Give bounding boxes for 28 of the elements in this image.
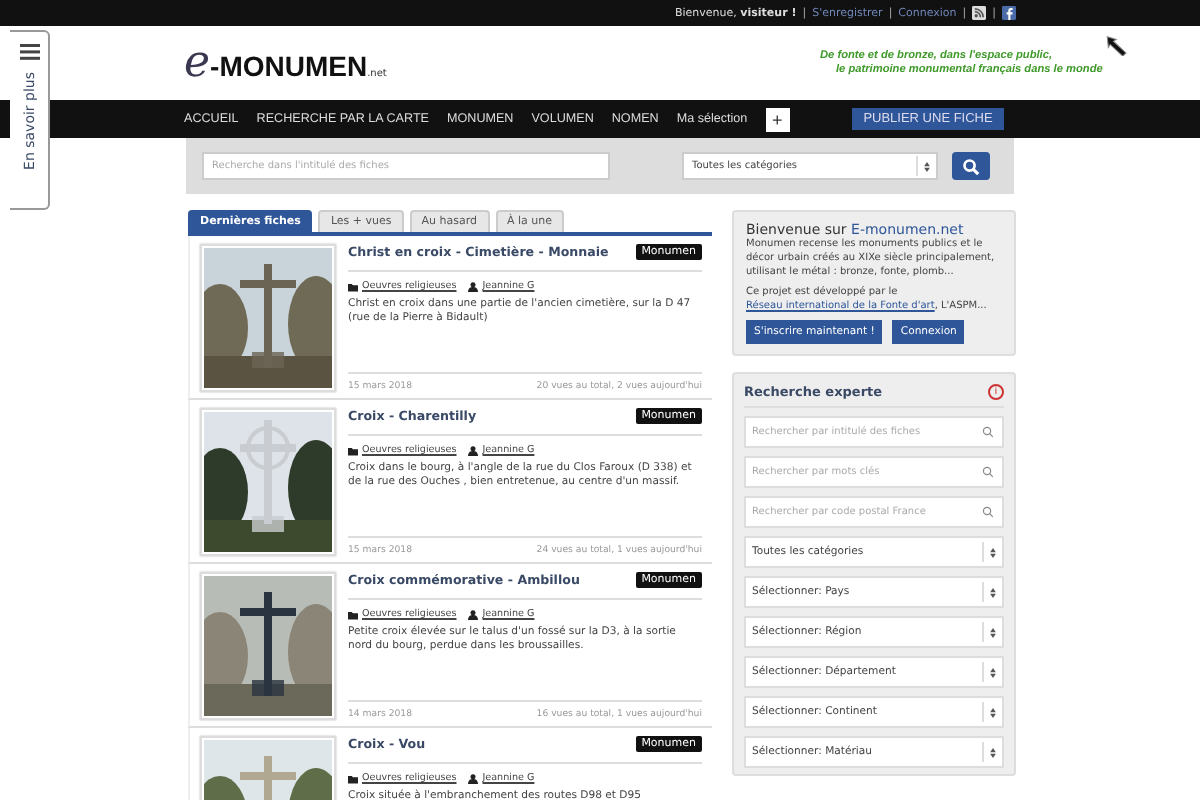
add-button[interactable]: + (765, 107, 790, 131)
folder-icon (348, 774, 358, 784)
thumbnail-frame[interactable] (200, 572, 336, 720)
caret-icon (990, 587, 996, 597)
search-icon (982, 506, 994, 518)
caret-icon (990, 747, 996, 757)
folder-icon (348, 446, 358, 456)
rss-icon[interactable] (972, 6, 987, 20)
caret-icon (990, 707, 996, 717)
caret-icon (990, 667, 996, 677)
search-icon (982, 466, 994, 478)
thumbnail-frame[interactable] (200, 244, 336, 392)
search-button[interactable] (952, 152, 990, 180)
user-icon (468, 774, 479, 784)
caret-icon (924, 161, 930, 171)
user-icon (468, 610, 479, 620)
user-icon (468, 282, 479, 292)
cursor-icon (1106, 36, 1129, 56)
folder-icon (348, 610, 358, 620)
caret-icon (990, 627, 996, 637)
menu-icon[interactable] (19, 44, 39, 60)
search-icon (962, 157, 980, 175)
thumbnail-frame[interactable] (200, 408, 336, 556)
search-icon (982, 426, 994, 438)
folder-icon (348, 282, 358, 292)
facebook-icon[interactable] (1002, 6, 1016, 20)
caret-icon (990, 547, 996, 557)
user-icon (468, 446, 479, 456)
